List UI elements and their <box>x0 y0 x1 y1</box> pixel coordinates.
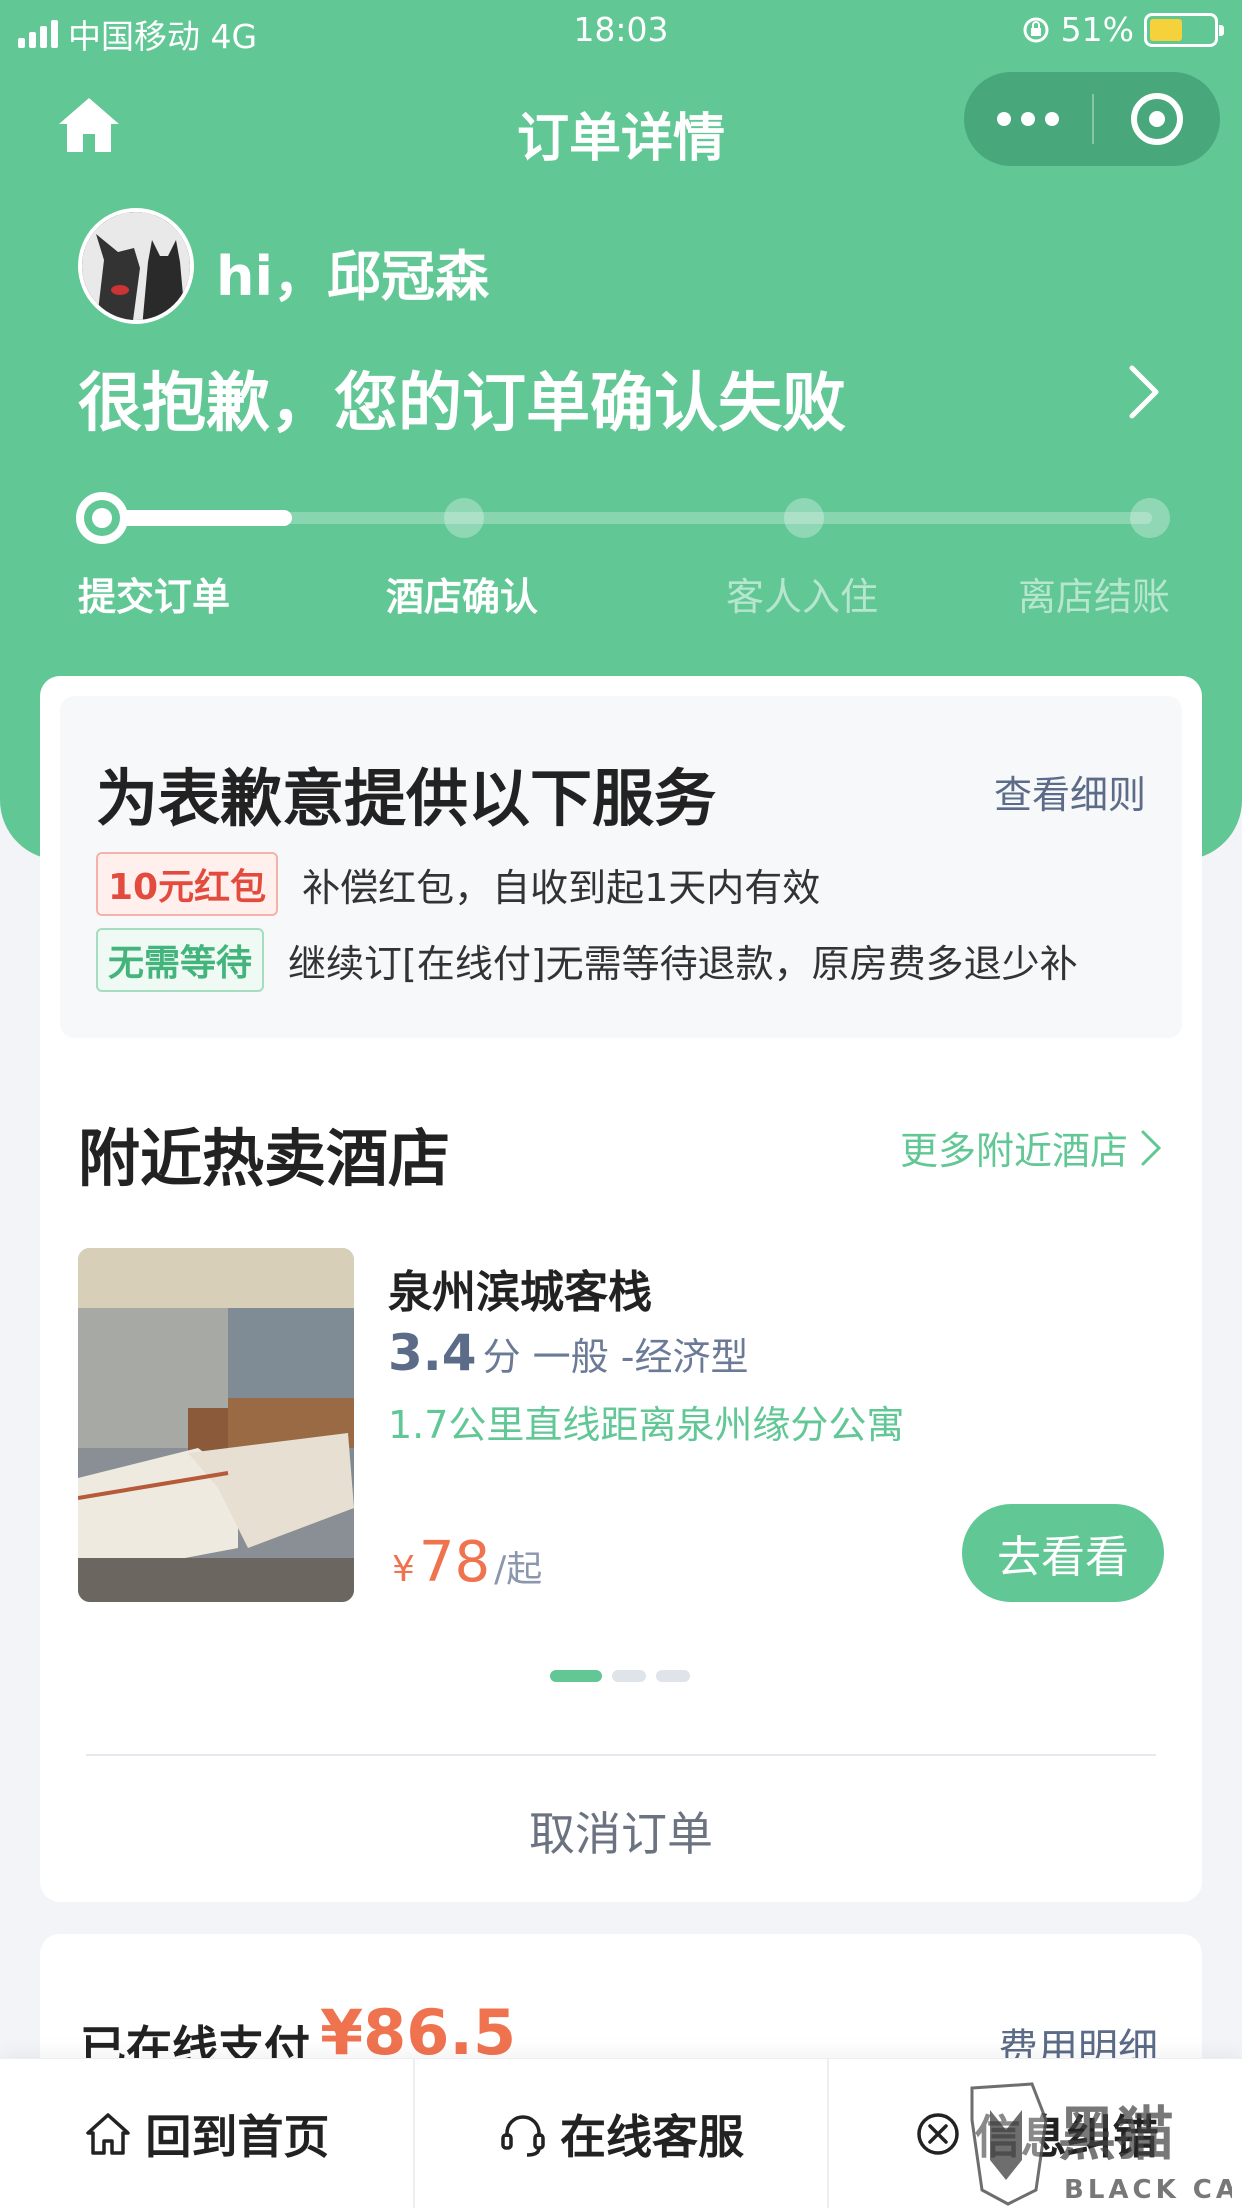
mini-program-capsule <box>964 72 1220 166</box>
target-icon <box>1131 93 1183 145</box>
compensation-box: 为表歉意提供以下服务 查看细则 10元红包 补偿红包，自收到起1天内有效 无需等… <box>60 696 1182 1038</box>
chevron-right-icon <box>1141 1130 1162 1165</box>
svg-text:黑猫: 黑猫 <box>1058 2100 1174 2168</box>
close-circle-icon <box>916 2112 959 2155</box>
chevron-right-icon[interactable] <box>1124 362 1164 422</box>
carousel-dot <box>550 1670 602 1682</box>
status-right: 51% <box>1021 10 1224 49</box>
step-label-submit: 提交订单 <box>78 575 231 619</box>
hotel-photo[interactable] <box>78 1248 354 1602</box>
redpacket-text: 补偿红包，自收到起1天内有效 <box>302 865 821 910</box>
price-currency: ¥ <box>392 1549 415 1590</box>
hotel-score-desc: 分 一般 -经济型 <box>482 1335 749 1379</box>
more-nearby-hotels-link[interactable]: 更多附近酒店 <box>900 1120 1162 1175</box>
no-wait-text: 继续订[在线付]无需等待退款，原房费多退少补 <box>288 941 1078 986</box>
carousel-dot <box>656 1670 690 1682</box>
carousel-indicator <box>550 1670 690 1682</box>
nearby-hotels-title: 附近热卖酒店 <box>78 1122 451 1195</box>
hotel-rating: 3.4 分 一般 -经济型 <box>388 1324 748 1382</box>
view-rules-link[interactable]: 查看细则 <box>994 764 1146 819</box>
hotel-name[interactable]: 泉州滨城客栈 <box>388 1256 652 1320</box>
step-dot-check-in <box>784 498 824 538</box>
divider <box>86 1754 1156 1756</box>
back-home-button[interactable]: 回到首页 <box>0 2059 415 2208</box>
price-unit: /起 <box>494 1549 543 1590</box>
order-status-message[interactable]: 很抱歉，您的订单确认失败 <box>78 352 846 444</box>
more-icon[interactable] <box>964 112 1092 126</box>
svg-text:BLACK CAT: BLACK CAT <box>1064 2175 1232 2205</box>
black-cat-watermark: 黑猫 BLACK CAT <box>970 2082 1232 2206</box>
step-dot-hotel-confirm <box>444 498 484 538</box>
step-dot-check-out <box>1130 498 1170 538</box>
step-label-hotel-confirm: 酒店确认 <box>386 575 539 619</box>
hotel-room-image <box>78 1248 354 1602</box>
close-miniprogram-button[interactable] <box>1094 93 1220 145</box>
cancel-order-button[interactable]: 取消订单 <box>40 1798 1202 1864</box>
hotel-score: 3.4 <box>388 1324 477 1382</box>
price-amount: 78 <box>418 1530 491 1595</box>
online-service-button[interactable]: 在线客服 <box>415 2059 830 2208</box>
redpacket-tag: 10元红包 <box>96 852 279 916</box>
back-home-label: 回到首页 <box>145 2109 330 2164</box>
service-row-redpacket: 10元红包 补偿红包，自收到起1天内有效 <box>96 852 820 916</box>
battery-fill <box>1150 18 1182 41</box>
carousel-dot <box>612 1670 646 1682</box>
online-service-label: 在线客服 <box>560 2109 744 2164</box>
rotation-lock-icon <box>1023 17 1049 42</box>
step-dot-submit <box>76 492 128 544</box>
step-label-check-out: 离店结账 <box>1018 575 1171 619</box>
compensation-title: 为表歉意提供以下服务 <box>96 762 717 835</box>
order-card: 为表歉意提供以下服务 查看细则 10元红包 补偿红包，自收到起1天内有效 无需等… <box>40 676 1202 1902</box>
progress-fill <box>100 510 292 526</box>
hotel-price: ¥ 78 /起 <box>392 1530 542 1595</box>
home-outline-icon <box>86 2112 131 2155</box>
headset-icon <box>501 2114 545 2157</box>
more-nearby-label: 更多附近酒店 <box>899 1129 1128 1173</box>
service-row-no-wait: 无需等待 继续订[在线付]无需等待退款，原房费多退少补 <box>96 928 1078 992</box>
battery-icon <box>1144 12 1224 47</box>
no-wait-tag: 无需等待 <box>96 928 265 992</box>
step-label-check-in: 客人入住 <box>726 575 879 619</box>
battery-percent: 51% <box>1060 10 1134 49</box>
navigation-bar: 订单详情 <box>0 70 1242 180</box>
status-bar: 中国移动 4G 18:03 51% <box>0 0 1242 60</box>
avatar <box>78 208 194 324</box>
user-greeting: hi，邱冠森 <box>216 245 489 308</box>
hotel-distance: 1.7公里直线距离泉州缘分公寓 <box>388 1403 905 1447</box>
view-hotel-button[interactable]: 去看看 <box>962 1504 1164 1602</box>
